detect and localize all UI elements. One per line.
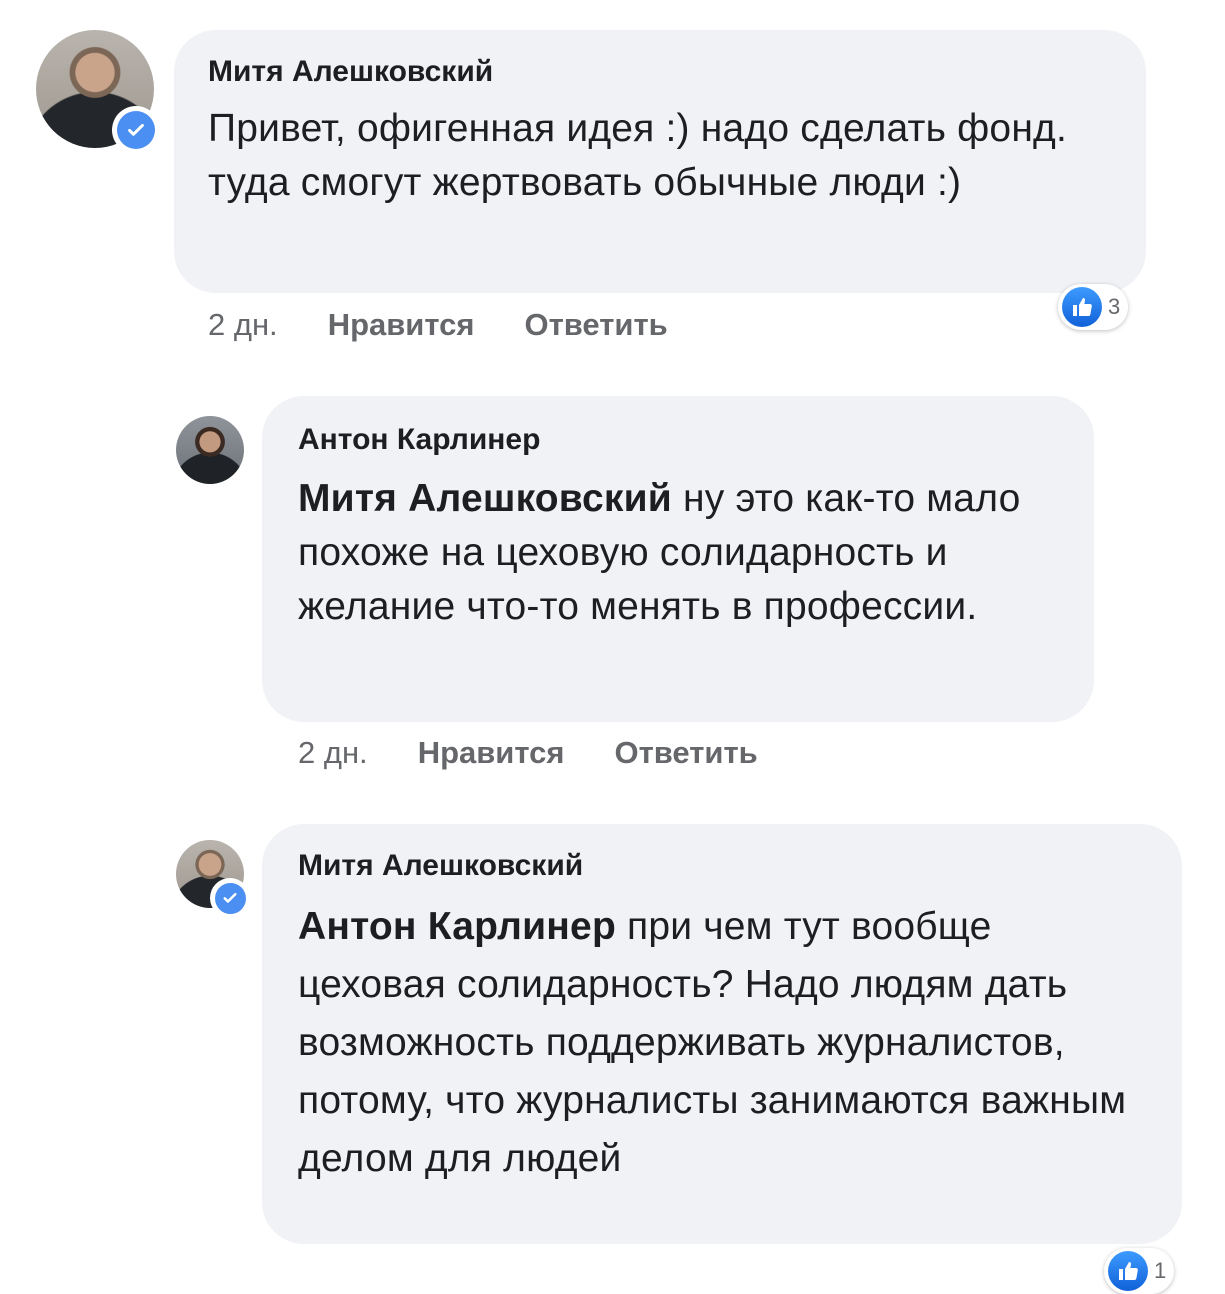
mention-link[interactable]: Антон Карлинер (298, 905, 616, 948)
verified-check-icon (210, 878, 250, 918)
thumbs-up-icon (1062, 287, 1102, 327)
reaction-count-badge[interactable]: 3 (1058, 284, 1129, 330)
comment-bubble-2: Антон Карлинер Митя Алешковский ну это к… (262, 396, 1094, 722)
comment-text: Привет, офигенная идея :) надо сделать ф… (208, 107, 1068, 204)
comment-actions-2: 2 дн. Нравится Ответить (298, 735, 758, 771)
thumbs-up-icon (1108, 1251, 1148, 1291)
reply-button[interactable]: Ответить (614, 735, 757, 771)
comment-author[interactable]: Антон Карлинер (298, 422, 1058, 458)
comment-time[interactable]: 2 дн. (208, 307, 278, 343)
comment-bubble-1: Митя Алешковский Привет, офигенная идея … (174, 30, 1146, 293)
mention-link[interactable]: Митя Алешковский (298, 477, 672, 520)
avatar-anton[interactable] (176, 416, 244, 484)
like-button[interactable]: Нравится (418, 735, 565, 771)
comment-text: Митя Алешковский ну это как-то мало похо… (298, 472, 1038, 634)
reaction-count-badge[interactable]: 1 (1104, 1248, 1175, 1294)
like-button[interactable]: Нравится (328, 307, 475, 343)
reply-button[interactable]: Ответить (524, 307, 667, 343)
comment-bubble-3: Митя Алешковский Антон Карлинер при чем … (262, 824, 1182, 1244)
reaction-count: 1 (1154, 1258, 1167, 1283)
comment-time[interactable]: 2 дн. (298, 735, 368, 771)
comment-author[interactable]: Митя Алешковский (208, 54, 1112, 90)
comment-actions-1: 2 дн. Нравится Ответить (208, 307, 668, 343)
comment-text: Антон Карлинер при чем тут вообще цехова… (298, 898, 1148, 1188)
reaction-count: 3 (1108, 294, 1121, 319)
verified-check-icon (112, 106, 160, 154)
comment-author[interactable]: Митя Алешковский (298, 848, 1146, 884)
